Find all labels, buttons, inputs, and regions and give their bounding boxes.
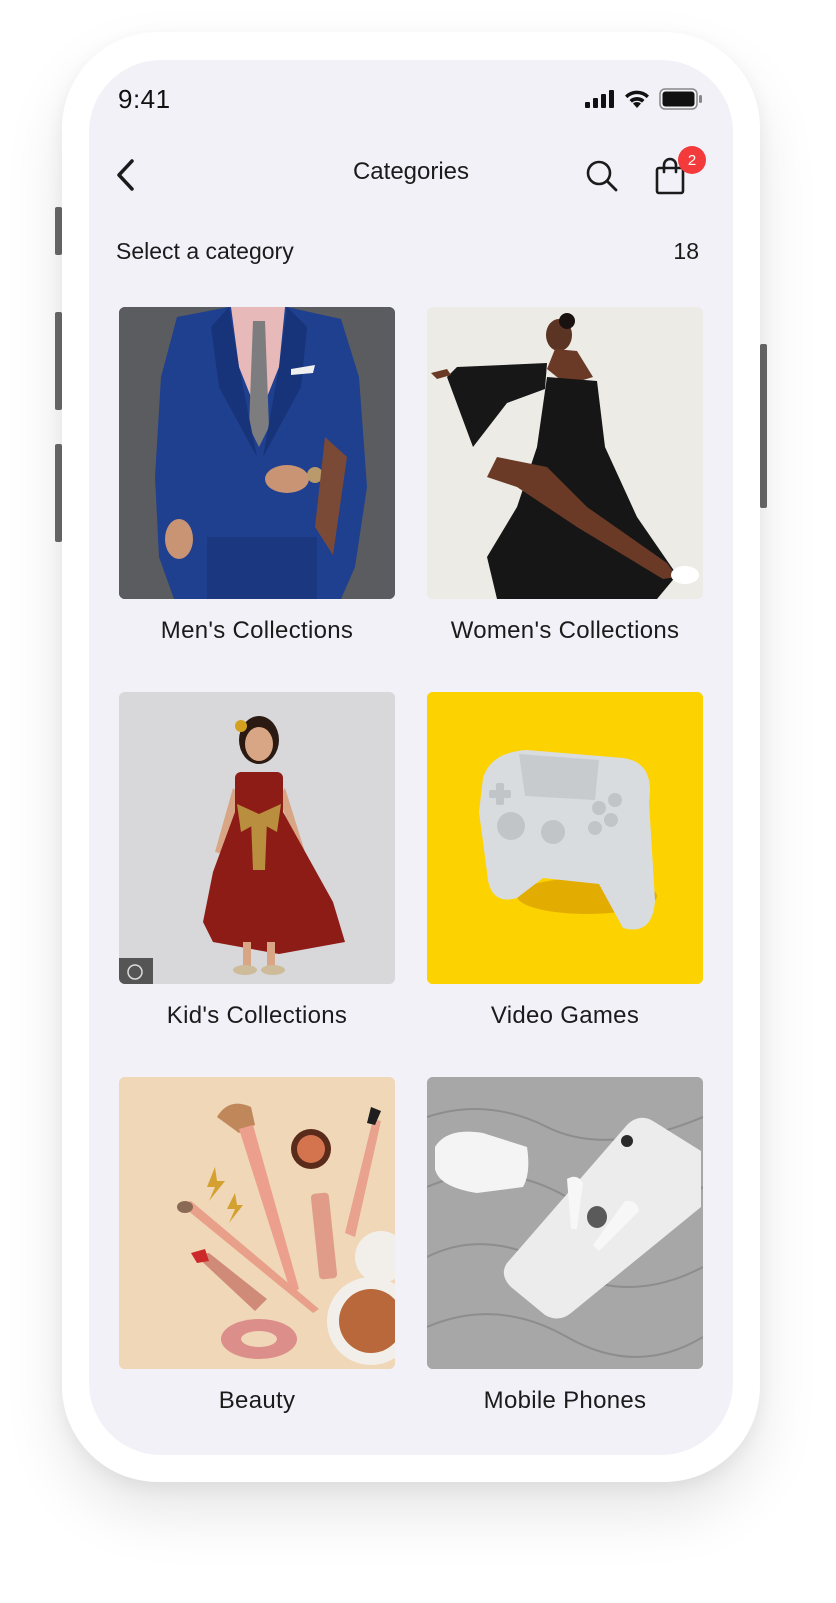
game-controller-photo <box>427 692 703 984</box>
signal-icon <box>585 90 615 108</box>
category-card-mobile-phones[interactable]: Mobile Phones <box>427 1077 703 1415</box>
search-icon <box>583 157 621 195</box>
section-label: Select a category <box>116 238 294 264</box>
category-label: Kid's Collections <box>166 1002 348 1029</box>
status-icons <box>585 88 703 110</box>
volume-down-button <box>55 444 62 542</box>
phone-earbuds-photo <box>427 1077 703 1369</box>
category-count: 18 <box>673 238 699 264</box>
makeup-products-photo <box>119 1077 395 1369</box>
page-title: Categories <box>352 158 470 185</box>
mens-suit-photo <box>119 307 395 599</box>
volume-up-button <box>55 312 62 410</box>
mute-switch <box>55 207 62 255</box>
category-label: Men's Collections <box>160 617 354 644</box>
battery-icon <box>659 88 703 110</box>
wifi-icon <box>623 89 651 109</box>
category-card-mens[interactable]: Men's Collections <box>119 307 395 645</box>
category-card-beauty[interactable]: Beauty <box>119 1077 395 1415</box>
category-card-kids[interactable]: Kid's Collections <box>119 692 395 1030</box>
kids-dress-photo <box>119 692 395 984</box>
status-time: 9:41 <box>118 84 171 114</box>
category-card-womens[interactable]: Women's Collections <box>427 307 703 645</box>
search-button[interactable] <box>583 157 621 195</box>
category-label: Video Games <box>490 1002 640 1029</box>
category-label: Beauty <box>218 1387 296 1414</box>
device-mockup: 9:41 Categories 2 Select a category 18 M… <box>0 0 836 1603</box>
category-card-video-games[interactable]: Video Games <box>427 692 703 1030</box>
womens-dress-photo <box>427 307 703 599</box>
cart-count-badge: 2 <box>678 146 706 174</box>
app-screen: 9:41 Categories 2 Select a category 18 M… <box>89 60 733 1455</box>
power-button <box>760 344 767 508</box>
category-label: Women's Collections <box>450 617 680 644</box>
category-label: Mobile Phones <box>483 1387 647 1414</box>
